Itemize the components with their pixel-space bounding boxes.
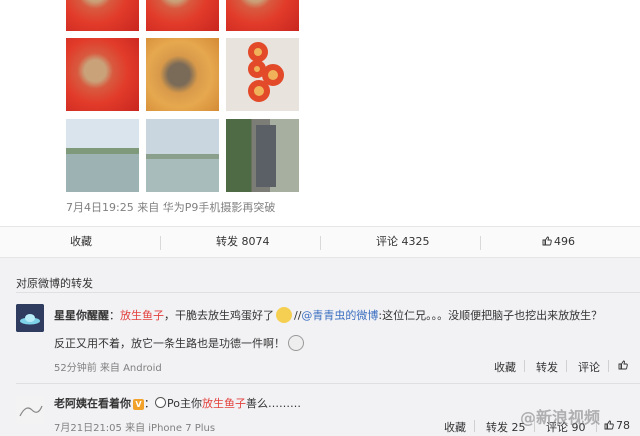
emoji-icon — [288, 335, 304, 351]
comment-username[interactable]: 星星你醒醒 — [54, 309, 109, 322]
favorite-button[interactable]: 收藏 — [70, 227, 92, 257]
post-image-5[interactable] — [146, 38, 219, 111]
comment-body: Po主你 — [167, 397, 202, 410]
post-meta: 7月4日19:25 来自 华为P9手机摄影再突破 — [66, 201, 276, 214]
comment-item: 星星你醒醒：放生鱼子，干脆去放生鸡蛋好了//@青青虫的微博:这位仁兄。。。没顺便… — [0, 300, 640, 380]
comment-text: 星星你醒醒：放生鱼子，干脆去放生鸡蛋好了//@青青虫的微博:这位仁兄。。。没顺便… — [54, 307, 602, 323]
comment-body: 善么……… — [245, 397, 301, 410]
colon: ： — [144, 397, 155, 410]
watermark: @新浪视频 — [520, 408, 601, 427]
favorite-button[interactable]: 收藏 — [444, 419, 466, 435]
divider — [320, 236, 321, 250]
thumbs-up-icon — [618, 360, 628, 370]
comment-button[interactable]: 评论 — [578, 359, 600, 375]
repost-button[interactable]: 转发 8074 — [216, 227, 270, 257]
divider — [566, 360, 567, 372]
divider — [608, 360, 609, 372]
comment-body: :这位仁兄。。。没顺便把脑子也挖出来放放生？ — [378, 309, 603, 322]
sketch-avatar-icon — [16, 396, 44, 424]
repost-button[interactable]: 转发 — [536, 359, 558, 375]
post-image-3[interactable] — [226, 0, 299, 31]
comment-body: 反正又用不着，放它一条生路也是功德一件啊！ — [54, 337, 285, 350]
like-button[interactable] — [618, 359, 630, 372]
ufo-avatar-icon — [16, 304, 44, 332]
post-image-4[interactable] — [66, 38, 139, 111]
comment-text-line2: 反正又用不着，放它一条生路也是功德一件啊！ — [54, 335, 304, 351]
post-image-2[interactable] — [146, 0, 219, 31]
like-button[interactable]: 78 — [604, 419, 630, 432]
divider — [160, 236, 161, 250]
thumbs-up-icon — [604, 420, 614, 430]
section-divider — [16, 292, 640, 293]
post-image-8[interactable] — [146, 119, 219, 192]
post-image-6[interactable] — [226, 38, 299, 111]
post-image-7[interactable] — [66, 119, 139, 192]
favorite-button[interactable]: 收藏 — [494, 359, 516, 375]
comment-body: ，干脆去放生鸡蛋好了 — [164, 309, 274, 322]
comment-divider — [16, 383, 640, 384]
comment-text: 老阿姨在看着你 V： Po主你放生鱼子善么……… — [54, 397, 301, 411]
thumbs-up-icon — [542, 236, 552, 246]
monument-shape — [256, 125, 276, 187]
comment-time: 7月21日21:05 来自 iPhone 7 Plus — [54, 423, 216, 434]
emoji-icon — [155, 397, 166, 408]
section-title: 对原微博的转发 — [16, 277, 93, 290]
like-count: 78 — [616, 419, 630, 432]
comment-time: 52分钟前 来自 Android — [54, 363, 162, 374]
divider — [524, 360, 525, 372]
like-button[interactable]: 496 — [542, 227, 575, 257]
comment-username[interactable]: 老阿姨在看着你 — [54, 397, 131, 410]
post-card: 7月4日19:25 来自 华为P9手机摄影再突破 — [0, 0, 640, 226]
comment-button[interactable]: 评论 4325 — [376, 227, 430, 257]
post-image-9[interactable] — [226, 119, 299, 192]
divider — [474, 420, 475, 432]
avatar[interactable] — [16, 304, 44, 332]
colon: ： — [109, 309, 120, 322]
emoji-icon — [276, 307, 292, 323]
avatar[interactable] — [16, 396, 44, 424]
mention-link[interactable]: 放生鱼子 — [202, 397, 246, 410]
divider — [480, 236, 481, 250]
post-action-bar: 收藏 转发 8074 评论 4325 496 — [0, 226, 640, 258]
like-count: 496 — [554, 235, 575, 248]
mention-link[interactable]: 放生鱼子 — [120, 309, 164, 322]
repost-user-link[interactable]: @青青虫的微博 — [301, 309, 378, 322]
verified-badge-icon: V — [133, 399, 144, 410]
post-image-1[interactable] — [66, 0, 139, 31]
